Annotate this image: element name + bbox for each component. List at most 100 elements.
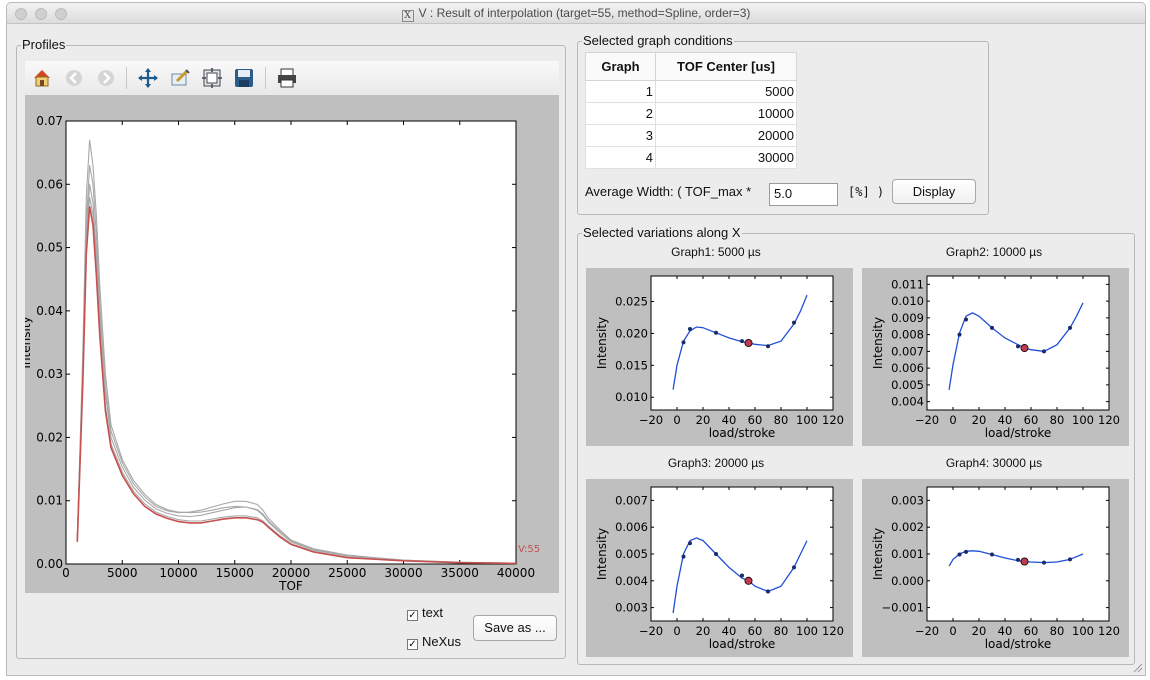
x-tick-label: 80 xyxy=(1050,624,1065,638)
print-icon[interactable] xyxy=(276,67,298,89)
plot-frame xyxy=(926,275,1110,411)
data-point xyxy=(1042,349,1046,354)
column-header-tof-center[interactable]: TOF Center [us] xyxy=(655,52,797,81)
table-row[interactable]: 2 10000 xyxy=(585,102,797,125)
data-point xyxy=(714,552,718,556)
x-tick-label: 40000 xyxy=(497,566,535,580)
text-checkbox-label: text xyxy=(422,605,443,620)
table-row[interactable]: 3 20000 xyxy=(585,124,797,147)
profiles-group: Profiles 0 5000 10000 15000 20000 25000 … xyxy=(16,37,566,659)
y-tick-label: 0.002 xyxy=(891,520,924,534)
tof-center-cell[interactable]: 20000 xyxy=(655,124,797,147)
y-tick-label: −0.001 xyxy=(881,601,924,615)
column-header-graph[interactable]: Graph xyxy=(585,52,656,81)
y-axis-label: Intensity xyxy=(871,528,885,580)
graph3-plot: −20 0 20 40 60 80 100 120 0.003 0.004 0.005 0.006 0.… xyxy=(586,479,853,657)
forward-icon[interactable] xyxy=(95,67,117,89)
x-tick-label: −20 xyxy=(915,413,939,427)
y-tick-label: 0.004 xyxy=(891,395,924,409)
tof-center-cell[interactable]: 10000 xyxy=(655,102,797,125)
x-tick-label: −20 xyxy=(639,624,663,638)
toolbar-separator xyxy=(265,67,266,89)
table-row[interactable]: 4 30000 xyxy=(585,146,797,169)
conditions-table[interactable]: Graph TOF Center [us] 1 5000 2 10000 3 2000… xyxy=(585,52,797,169)
data-point xyxy=(766,589,770,594)
y-tick-label: 0.015 xyxy=(615,358,648,372)
x-axis-label: load/stroke xyxy=(709,637,776,651)
graph1-plot: −20 0 20 40 60 80 100 120 0.010 0.015 0.020 0.025 lo… xyxy=(586,268,853,446)
zoom-icon[interactable] xyxy=(169,67,191,89)
y-tick-label: 0.020 xyxy=(615,326,648,340)
subplots-icon[interactable] xyxy=(201,67,223,89)
text-checkbox-box[interactable]: ✓ xyxy=(407,610,418,621)
plot-frame xyxy=(650,486,834,622)
app-icon: X xyxy=(401,10,414,22)
data-point xyxy=(964,549,968,554)
x-tick-label: 60 xyxy=(748,413,763,427)
x-tick-label: 120 xyxy=(822,624,844,638)
x-tick-label: 20 xyxy=(972,624,987,638)
x-axis-label: load/stroke xyxy=(985,426,1052,440)
back-icon[interactable] xyxy=(63,67,85,89)
tof-center-cell[interactable]: 5000 xyxy=(655,80,797,103)
title-bar[interactable]: X V : Result of interpolation (target=55,… xyxy=(7,3,1145,24)
x-tick-label: 20000 xyxy=(272,566,310,580)
graph-cell[interactable]: 2 xyxy=(585,102,656,125)
data-point xyxy=(990,552,994,557)
x-tick-label: 20 xyxy=(696,624,711,638)
graph1-chart[interactable]: −20 0 20 40 60 80 100 120 0.010 0.015 0.020 0.025 lo… xyxy=(586,268,853,446)
graph-cell[interactable]: 4 xyxy=(585,146,656,169)
graph3-title: Graph3: 20000 µs xyxy=(667,456,765,470)
y-tick-label: 0.03 xyxy=(36,367,63,381)
minimize-window-button[interactable] xyxy=(35,8,47,20)
save-as-button[interactable]: Save as ... xyxy=(473,615,557,641)
conditions-group: Selected graph conditions Graph TOF Cent… xyxy=(577,33,989,215)
y-tick-label: 0.010 xyxy=(615,390,648,404)
x-tick-label: 40 xyxy=(722,413,737,427)
toolbar-separator xyxy=(126,67,127,89)
y-tick-label: 0.01 xyxy=(36,494,63,508)
home-icon[interactable] xyxy=(31,67,53,89)
tof-center-cell[interactable]: 30000 xyxy=(655,146,797,169)
graph-cell[interactable]: 1 xyxy=(585,80,656,103)
data-point xyxy=(766,344,770,349)
nexus-checkbox-box[interactable]: ✓ xyxy=(407,639,418,650)
nexus-checkbox[interactable]: ✓ NeXus xyxy=(407,634,461,650)
y-tick-label: 0.000 xyxy=(891,574,924,588)
display-button[interactable]: Display xyxy=(892,179,976,204)
resize-grip-icon[interactable] xyxy=(1131,661,1143,673)
x-tick-label: 100 xyxy=(796,624,818,638)
x-tick-label: 0 xyxy=(949,413,956,427)
graph4-chart[interactable]: −20 0 20 40 60 80 100 120 −0.001 0.000 0.001 0.002 0… xyxy=(862,479,1129,657)
x-tick-label: 0 xyxy=(949,624,956,638)
zoom-window-button[interactable] xyxy=(55,8,67,20)
pan-icon[interactable] xyxy=(137,67,159,89)
x-tick-label: 25000 xyxy=(328,566,366,580)
x-tick-label: 100 xyxy=(1072,624,1094,638)
x-tick-label: 40 xyxy=(722,624,737,638)
average-width-input[interactable]: 5.0 xyxy=(769,183,838,206)
data-point xyxy=(1068,325,1072,330)
variations-group-title: Selected variations along X xyxy=(582,225,742,240)
nexus-checkbox-label: NeXus xyxy=(422,634,462,649)
variations-group: Selected variations along X Graph1: 5000… xyxy=(577,225,1135,665)
save-icon[interactable] xyxy=(233,67,255,89)
data-point xyxy=(740,339,744,344)
text-checkbox[interactable]: ✓ text xyxy=(407,605,443,621)
graph2-chart[interactable]: −20 0 20 40 60 80 100 120 0.004 0.005 0.006 0.007 0.… xyxy=(862,268,1129,446)
y-tick-label: 0.00 xyxy=(36,557,63,571)
profile-chart[interactable]: 0 5000 10000 15000 20000 25000 30000 35000 40000… xyxy=(19,95,559,593)
y-tick-label: 0.004 xyxy=(615,574,648,588)
profiles-group-title: Profiles xyxy=(21,37,67,52)
table-row[interactable]: 1 5000 xyxy=(585,80,797,103)
x-tick-label: 35000 xyxy=(441,566,479,580)
y-tick-label: 0.009 xyxy=(891,311,924,325)
y-tick-label: 0.07 xyxy=(36,114,63,128)
data-point xyxy=(681,554,686,559)
y-tick-label: 0.010 xyxy=(891,294,924,308)
close-window-button[interactable] xyxy=(15,8,27,20)
app-window: X V : Result of interpolation (target=55,… xyxy=(6,2,1146,676)
graph-cell[interactable]: 3 xyxy=(585,124,656,147)
y-tick-label: 0.007 xyxy=(615,493,648,507)
graph3-chart[interactable]: −20 0 20 40 60 80 100 120 0.003 0.004 0.005 0.006 0.… xyxy=(586,479,853,657)
